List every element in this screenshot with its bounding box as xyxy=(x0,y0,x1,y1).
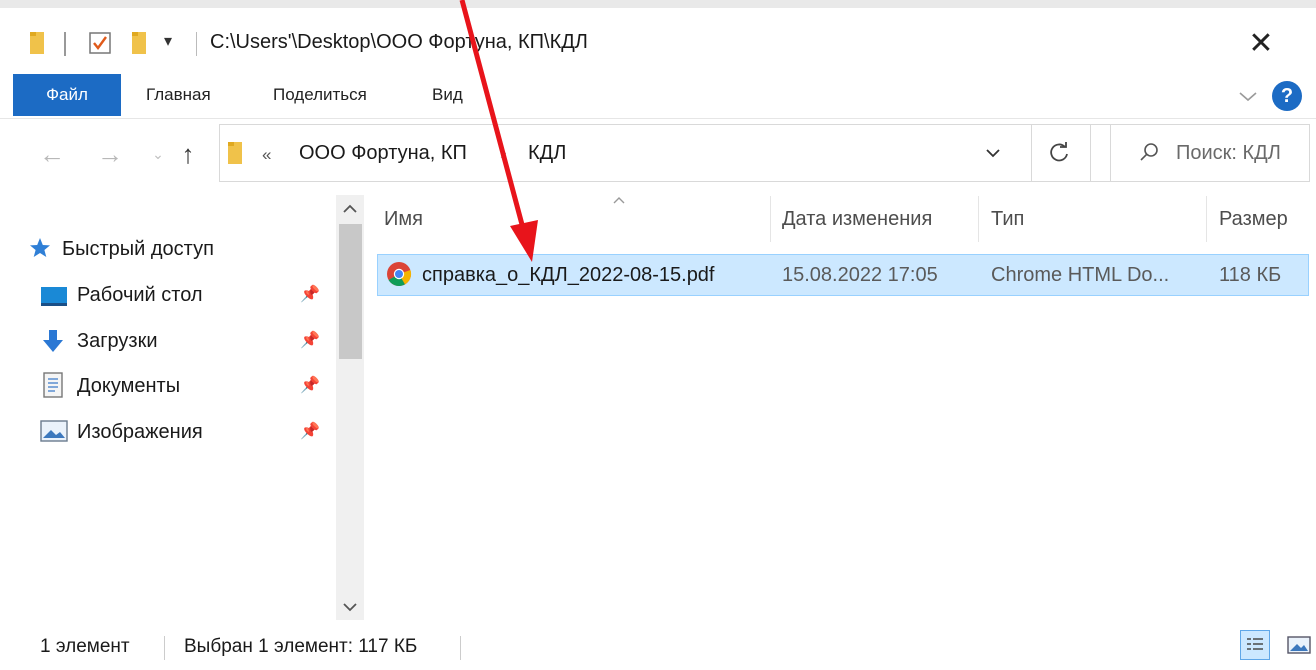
ribbon-expand-chevron-icon[interactable] xyxy=(1236,84,1260,108)
pictures-icon xyxy=(40,420,68,442)
column-divider[interactable] xyxy=(770,196,771,242)
breadcrumb-item[interactable]: КДЛ xyxy=(528,142,566,165)
pin-icon[interactable]: 📌 xyxy=(300,330,320,350)
quick-toolbar-dropdown-icon[interactable]: ▾ xyxy=(164,31,172,51)
sidebar-item-downloads[interactable]: Загрузки xyxy=(77,330,158,353)
column-header-type[interactable]: Тип xyxy=(991,208,1024,231)
search-icon xyxy=(1140,143,1158,161)
tab-share[interactable]: Поделиться xyxy=(273,74,367,116)
scroll-up-arrow-icon[interactable] xyxy=(341,202,359,216)
desktop-icon xyxy=(41,287,67,306)
scroll-down-arrow-icon[interactable] xyxy=(341,600,359,614)
tab-view[interactable]: Вид xyxy=(432,74,463,116)
sidebar-scrollbar-thumb[interactable] xyxy=(339,224,362,359)
properties-checkbox-icon[interactable] xyxy=(88,31,112,55)
details-view-button[interactable] xyxy=(1240,630,1270,660)
address-folder-icon xyxy=(228,142,242,164)
recent-locations-chevron-icon[interactable]: ⌄ xyxy=(142,136,174,172)
window-top-edge xyxy=(0,0,1316,8)
sidebar-item-quick-access[interactable]: Быстрый доступ xyxy=(62,238,214,261)
file-type: Chrome HTML Do... xyxy=(991,264,1170,286)
status-divider xyxy=(164,636,165,660)
up-arrow-icon[interactable]: ↑ xyxy=(172,136,204,172)
close-button[interactable]: ✕ xyxy=(1236,22,1286,66)
breadcrumb-overflow[interactable]: « xyxy=(262,145,271,165)
file-modified: 15.08.2022 17:05 xyxy=(782,264,938,286)
status-item-count: 1 элемент xyxy=(40,636,130,657)
column-divider[interactable] xyxy=(1206,196,1207,242)
column-header-date[interactable]: Дата изменения xyxy=(782,208,932,231)
tab-home[interactable]: Главная xyxy=(146,74,211,116)
pin-icon[interactable]: 📌 xyxy=(300,421,320,441)
chrome-icon xyxy=(387,262,412,287)
tab-file[interactable]: Файл xyxy=(13,74,121,116)
status-selection: Выбран 1 элемент: 117 КБ xyxy=(184,636,418,657)
documents-icon xyxy=(43,372,63,398)
address-history-chevron-icon[interactable] xyxy=(982,143,1004,163)
large-icons-view-button[interactable] xyxy=(1284,630,1314,660)
details-view-icon xyxy=(1247,638,1263,650)
breadcrumb-separator[interactable]: › xyxy=(500,142,507,165)
title-separator xyxy=(64,32,66,56)
large-icons-view-icon xyxy=(1287,636,1311,654)
search-placeholder[interactable]: Поиск: КДЛ xyxy=(1176,142,1281,165)
file-name[interactable]: справка_о_КДЛ_2022-08-15.pdf xyxy=(422,264,715,287)
back-arrow-icon[interactable]: ← xyxy=(36,136,68,172)
title-bar xyxy=(0,8,1316,70)
sidebar-item-pictures[interactable]: Изображения xyxy=(77,421,203,444)
quick-access-star-icon xyxy=(30,238,50,257)
column-divider[interactable] xyxy=(978,196,979,242)
file-size: 118 КБ xyxy=(1219,264,1282,286)
pin-icon[interactable]: 📌 xyxy=(300,284,320,304)
refresh-icon[interactable] xyxy=(1046,140,1072,166)
folder-icon xyxy=(30,32,44,54)
sort-ascending-icon xyxy=(613,197,625,204)
sidebar-item-desktop[interactable]: Рабочий стол xyxy=(77,284,203,307)
breadcrumb-item[interactable]: ООО Фортуна, КП xyxy=(299,142,467,165)
downloads-icon xyxy=(43,330,63,352)
sidebar-item-documents[interactable]: Документы xyxy=(77,375,180,398)
new-folder-icon[interactable] xyxy=(128,30,150,56)
window-title: C:\Users'\Desktop\ООО Фортуна, КП\КДЛ xyxy=(210,31,588,53)
status-divider xyxy=(460,636,461,660)
help-icon[interactable]: ? xyxy=(1272,81,1302,111)
pin-icon[interactable]: 📌 xyxy=(300,375,320,395)
forward-arrow-icon[interactable]: → xyxy=(94,136,126,172)
title-separator xyxy=(196,32,197,56)
column-header-size[interactable]: Размер xyxy=(1219,208,1288,231)
column-header-name[interactable]: Имя xyxy=(384,208,423,231)
